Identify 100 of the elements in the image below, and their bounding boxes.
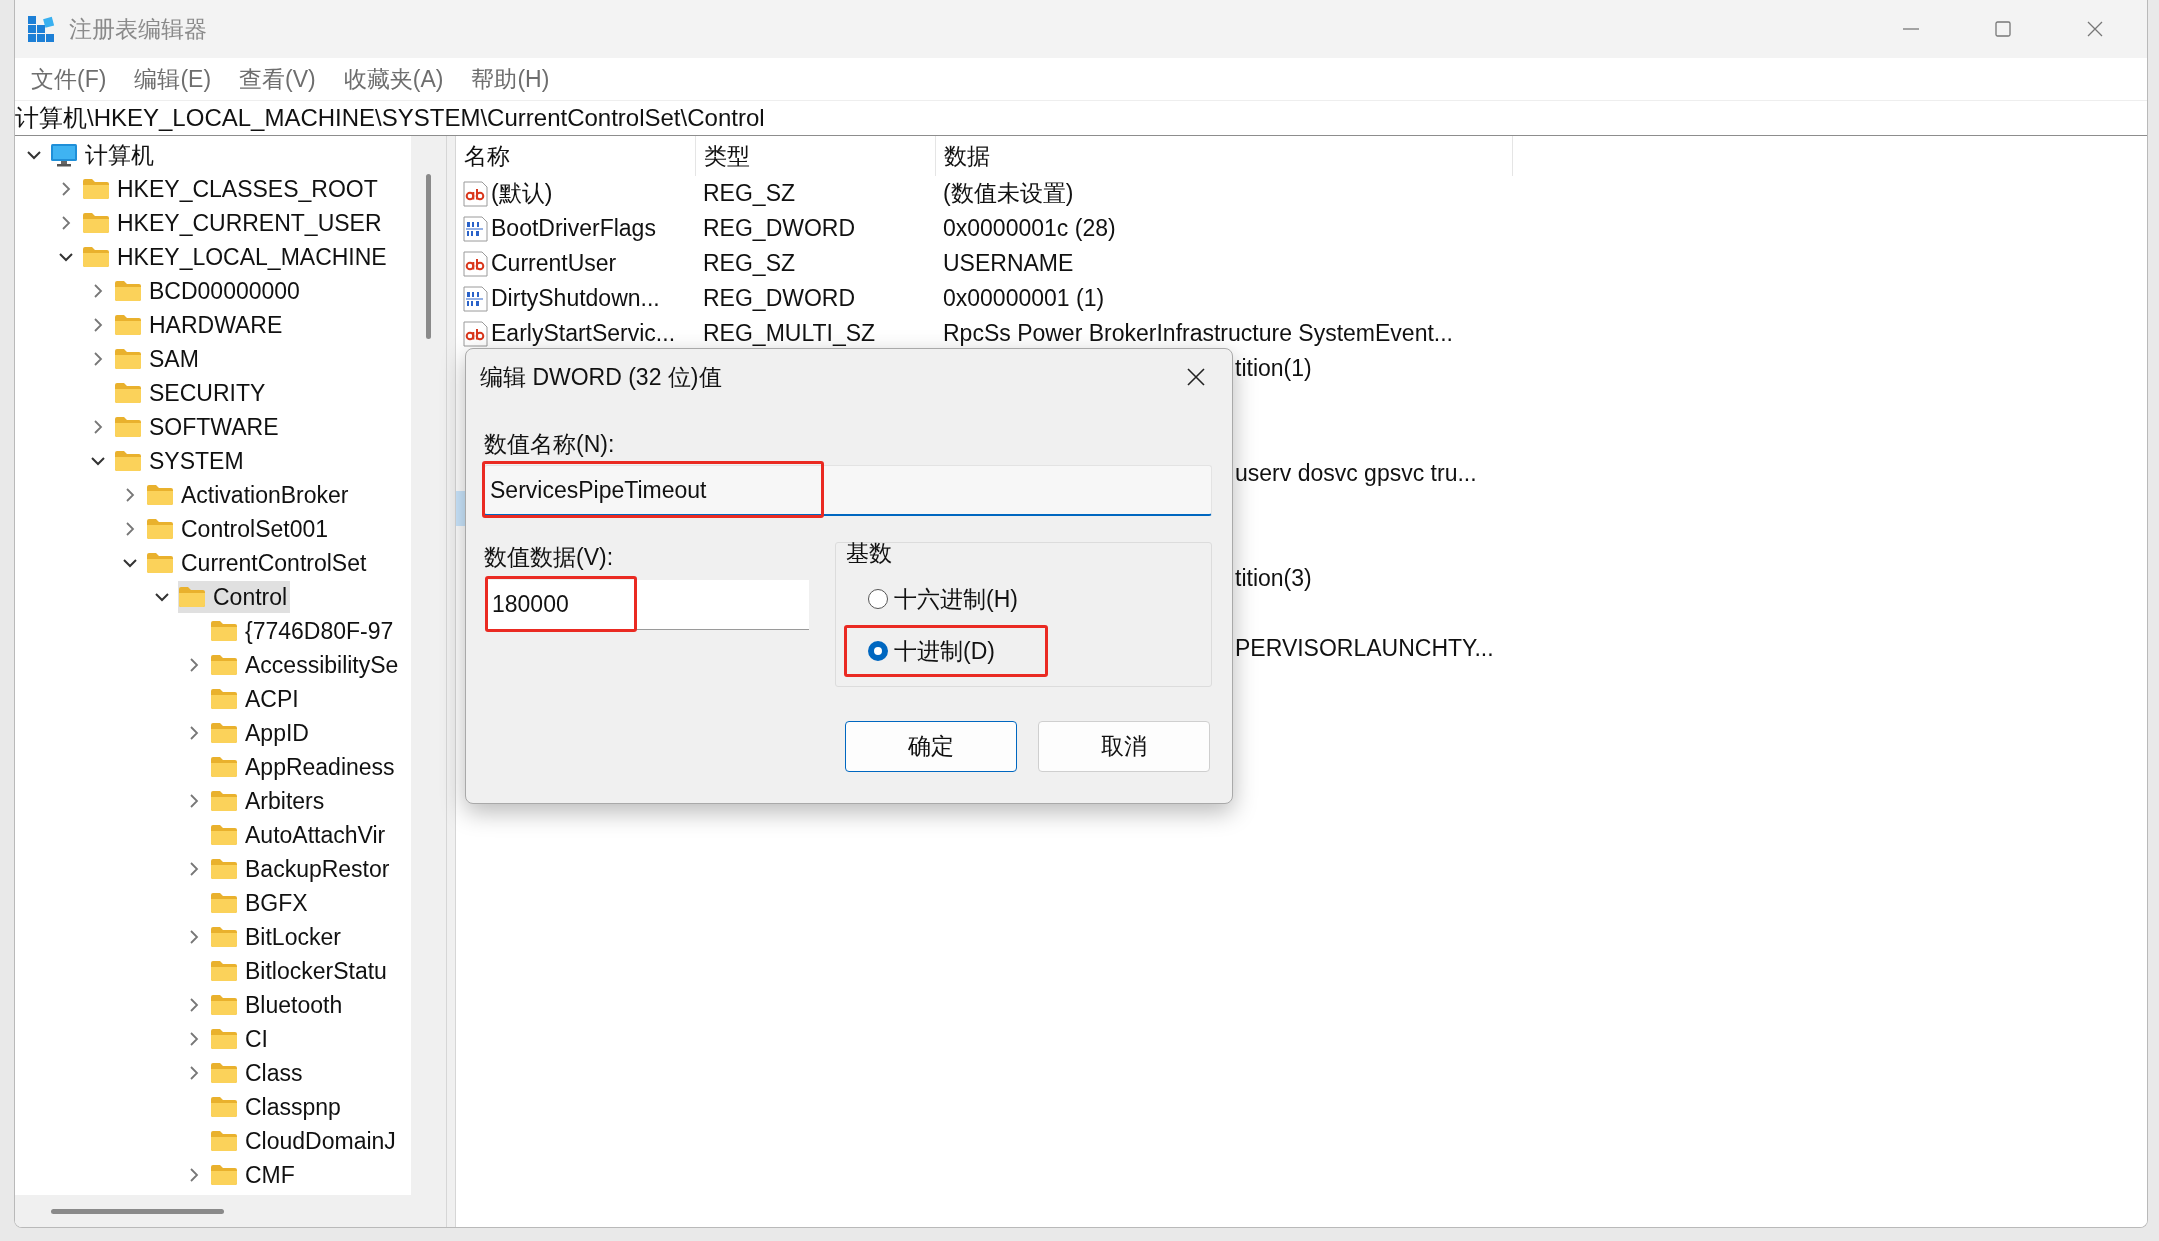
tree-item[interactable]: Control [178,581,291,613]
folder-icon [210,1096,238,1118]
folder-icon [210,994,238,1016]
folder-icon [82,212,110,234]
binary-value-icon [462,215,488,242]
folder-icon [210,620,238,642]
data-field[interactable]: 180000 [487,580,809,630]
name-field[interactable]: ServicesPipeTimeout [484,465,1212,516]
folder-icon [210,1062,238,1084]
folder-icon [210,1164,238,1186]
tree-item[interactable]: {7746D80F-97 [210,615,397,647]
scrollbar-thumb[interactable] [426,174,431,339]
folder-icon [82,178,110,200]
address-path[interactable]: 计算机\HKEY_LOCAL_MACHINE\SYSTEM\CurrentControlSet\Control [15,100,765,136]
menu-item[interactable]: 收藏夹(A) [329,61,458,97]
tree-item[interactable]: ActivationBroker [146,479,352,511]
value-data: RpcSs Power BrokerInfrastructure SystemEvent... [943,320,1453,347]
tree-item[interactable]: 计算机 [50,139,157,171]
value-name[interactable]: CurrentUser [491,246,617,281]
minimize-icon [1903,28,1919,30]
tree-item[interactable]: CloudDomainJ [210,1125,399,1157]
maximize-icon [1993,19,2013,39]
menu-item[interactable]: 帮助(H) [457,61,564,97]
tree-item[interactable]: AppID [210,717,312,749]
tree-item[interactable]: HKEY_CURRENT_USER [82,207,385,239]
tree-item[interactable]: SOFTWARE [114,411,282,443]
value-name[interactable]: (默认) [491,176,553,211]
folder-icon [146,518,174,540]
menu-item[interactable]: 查看(V) [225,61,330,97]
tree-item[interactable]: HKEY_CLASSES_ROOT [82,173,381,205]
tree-item[interactable]: SECURITY [114,377,269,409]
tree-item[interactable]: CurrentControlSet [146,547,370,579]
tree-item[interactable]: AutoAttachVir [210,819,389,851]
value-name[interactable]: BootDriverFlags [491,211,656,246]
folder-icon [114,450,142,472]
value-data: USERNAME [943,250,1074,277]
tree-item[interactable]: ControlSet001 [146,513,332,545]
tree-item[interactable]: CI [210,1023,271,1055]
value-type: REG_SZ [703,250,796,277]
radio-button[interactable]: 十六进制(H) [844,573,1048,625]
tree-item[interactable]: BitLocker [210,921,344,953]
folder-icon [210,926,238,948]
tree-item[interactable]: Bluetooth [210,989,346,1021]
folder-icon [146,484,174,506]
tree-item[interactable]: AccessibilitySe [210,649,402,681]
tree-item[interactable]: BitlockerStatu [210,955,390,987]
tree-item[interactable]: AppReadiness [210,751,398,783]
value-data: 0x0000001c (28) [943,215,1116,242]
tree-item[interactable]: Arbiters [210,785,328,817]
value-type: REG_MULTI_SZ [703,320,876,347]
folder-icon [210,858,238,880]
scrollbar-thumb[interactable] [51,1208,224,1214]
tree-item[interactable]: SYSTEM [114,445,247,477]
tree-item[interactable]: BCD00000000 [114,275,303,307]
tree-item[interactable]: CMF [210,1159,298,1191]
folder-icon [210,892,238,914]
tree-item[interactable]: Class [210,1057,306,1089]
column-header[interactable]: 名称 [456,136,696,176]
window-title: 注册表编辑器 [69,14,207,44]
menu-item[interactable]: 编辑(E) [120,61,226,97]
column-header[interactable]: 类型 [696,136,936,176]
folder-icon [210,722,238,744]
tree-item[interactable]: Classpnp [210,1091,344,1123]
folder-icon [178,586,206,608]
registry-icon [27,15,55,43]
folder-icon [114,348,142,370]
cancel-button[interactable]: 取消 [1038,721,1210,772]
folder-icon [210,756,238,778]
value-type: REG_DWORD [703,215,856,242]
tree-item[interactable]: SAM [114,343,202,375]
folder-icon [114,280,142,302]
folder-icon [210,960,238,982]
value-type: REG_DWORD [703,285,856,312]
tree-item[interactable]: BackupRestor [210,853,393,885]
ok-button[interactable]: 确定 [845,721,1017,772]
value-type: REG_SZ [703,180,796,207]
field-label: 数值名称(N): [484,429,615,459]
value-data: tition(3) [1235,565,1312,592]
column-header[interactable]: 数据 [936,136,1513,176]
string-value-icon [462,250,488,277]
folder-icon [146,552,174,574]
folder-icon [210,688,238,710]
tree-item[interactable]: BGFX [210,887,311,919]
menu-item[interactable]: 文件(F) [17,61,121,97]
tree-item[interactable]: ACPI [210,683,302,715]
folder-icon [210,1028,238,1050]
close-icon [1185,366,1207,388]
close-icon [2085,19,2105,39]
tree-item[interactable]: HKEY_LOCAL_MACHINE [82,241,390,273]
dialog-title: 编辑 DWORD (32 位)值 [480,362,722,392]
value-name[interactable]: EarlyStartServic... [491,316,676,351]
value-name[interactable]: DirtyShutdown... [491,281,660,316]
field-label: 数值数据(V): [484,542,614,572]
value-data: 0x00000001 (1) [943,285,1105,312]
string-value-icon [462,320,488,347]
computer-icon [50,143,78,167]
folder-icon [114,416,142,438]
tree-item[interactable]: HARDWARE [114,309,286,341]
radio-button[interactable]: 十进制(D) [844,625,1048,677]
value-data: userv dosvc gpsvc tru... [1235,460,1477,487]
